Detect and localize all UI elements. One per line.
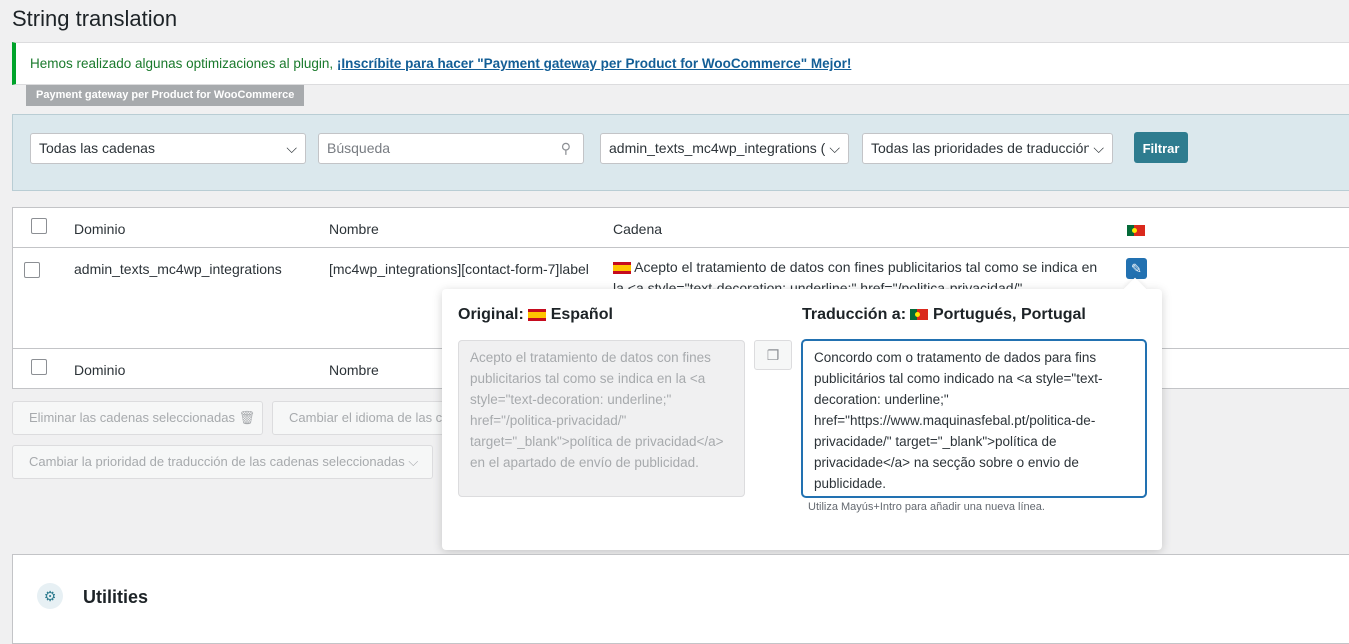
copy-icon: ❐ [766,347,780,363]
spain-flag-icon [528,308,547,321]
notice-link[interactable]: ¡Inscríbite para hacer "Payment gateway … [337,56,851,71]
chevron-down-icon: ⌵ [825,134,840,163]
sliders-icon: ⚙ [37,583,63,609]
row-string-continued: la <a style="text-decoration: underline;… [613,280,1023,289]
select-all-checkbox[interactable] [31,218,47,234]
change-language-button[interactable]: Cambiar el idioma de las cadenas selecci… [272,401,452,435]
filter-button[interactable]: Filtrar [1134,132,1188,163]
utilities-title: Utilities [83,587,149,607]
copy-original-button[interactable]: ❐ [754,340,792,370]
portugal-flag-icon [910,309,929,321]
pencil-icon: ✎ [1131,261,1142,276]
priority-select[interactable]: Todas las prioridades de traducción ⌵ [862,133,1113,164]
row-checkbox[interactable] [24,262,40,278]
plugin-tag: Payment gateway per Product for WooComme… [26,85,305,106]
optimization-notice: Hemos realizado algunas optimizaciones a… [12,42,1349,85]
change-priority-button[interactable]: Cambiar la prioridad de traducción de la… [12,445,433,479]
original-heading: Original: Español [458,306,613,323]
newline-hint: Utiliza Mayús+Intro para añadir una nuev… [808,501,1045,513]
row-domain: admin_texts_mc4wp_integrations [74,261,282,277]
header-string[interactable]: Cadena [613,221,662,237]
select-all-checkbox-footer[interactable] [31,359,47,375]
footer-name[interactable]: Nombre [329,362,379,378]
footer-domain[interactable]: Dominio [74,362,125,378]
original-text-area: Acepto el tratamiento de datos con fines… [458,340,745,497]
filter-bar: Todas las cadenas ⌵ Búsqueda ⚲ admin_tex… [12,114,1349,191]
search-input[interactable]: Búsqueda ⚲ [318,133,584,164]
page-title: String translation [12,6,178,31]
domain-select[interactable]: admin_texts_mc4wp_integrations (1) ⌵ [600,133,849,164]
search-icon: ⚲ [560,140,571,156]
portugal-flag-icon [1127,224,1145,236]
chevron-down-icon: ⌵ [1089,134,1104,163]
header-domain[interactable]: Dominio [74,221,125,237]
strings-select[interactable]: Todas las cadenas ⌵ [30,133,306,164]
row-string: Acepto el tratamiento de datos con fines… [613,259,1097,275]
chevron-down-icon: ⌵ [408,454,419,469]
translation-popup: Original: Español Traducción a: Portugué… [442,277,1162,550]
delete-selected-button[interactable]: Eliminar las cadenas seleccionadas 🗑 [12,401,263,435]
header-name[interactable]: Nombre [329,221,379,237]
translation-text-area[interactable]: Concordo com o tratamento de dados para … [802,340,1146,497]
translation-heading: Traducción a: Portugués, Portugal [802,306,1086,323]
notice-text: Hemos realizado algunas optimizaciones a… [30,56,337,71]
trash-icon: 🗑 [238,410,256,425]
row-name: [mc4wp_integrations][contact-form-7]labe… [329,261,589,277]
spain-flag-icon [613,262,631,275]
chevron-down-icon: ⌵ [286,140,297,156]
edit-translation-button[interactable]: ✎ [1126,258,1147,279]
header-language-flag [1127,221,1145,237]
